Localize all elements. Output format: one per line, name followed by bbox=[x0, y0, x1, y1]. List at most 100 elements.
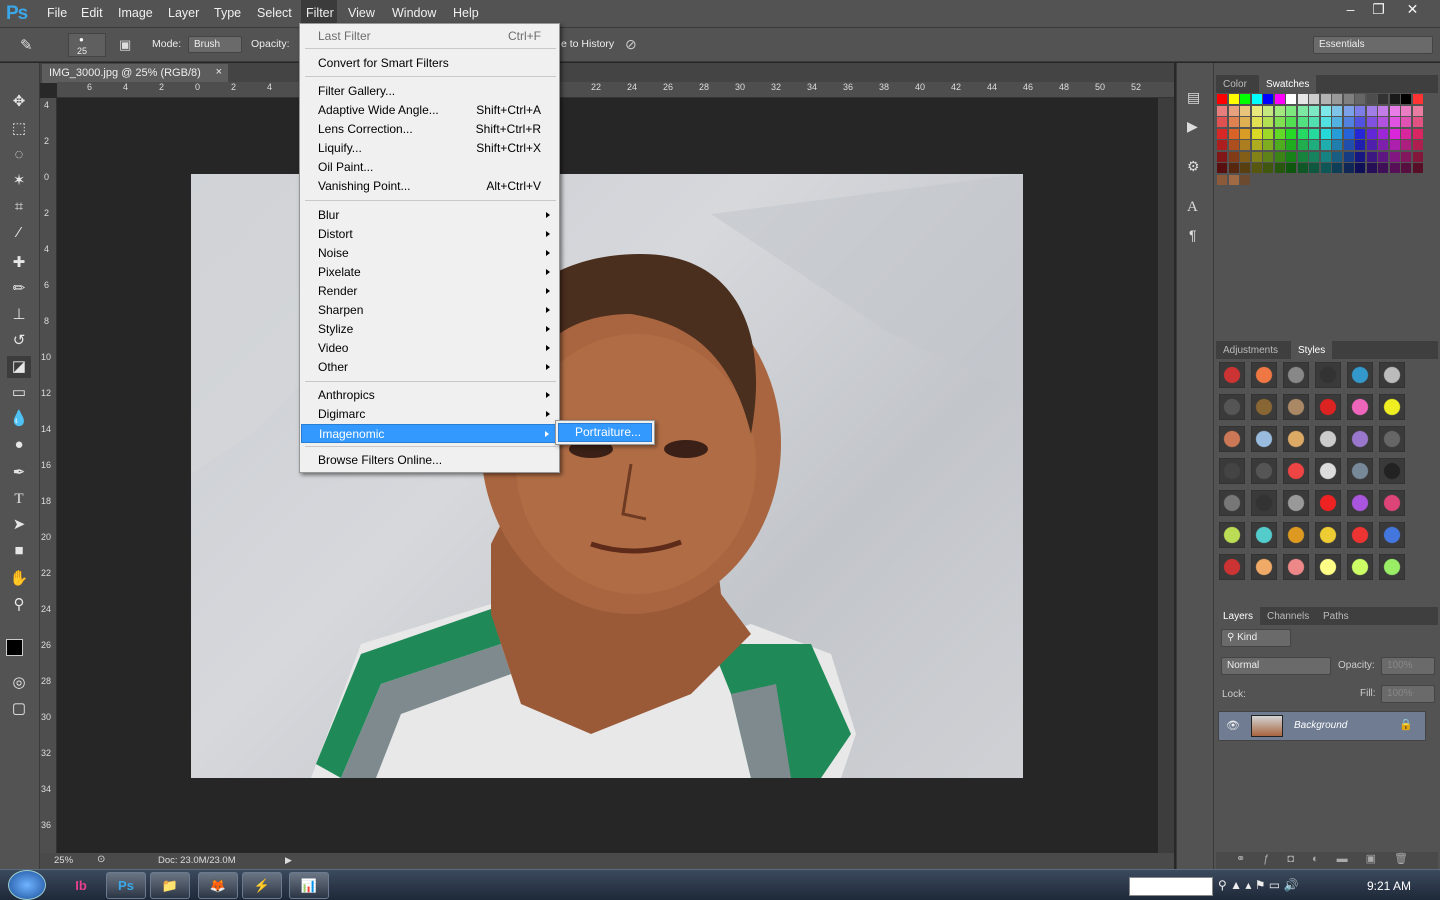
style-preset[interactable] bbox=[1251, 522, 1277, 548]
layers-footer-buttons[interactable]: ⚭ƒ◘◐▬▣🗑 bbox=[1216, 852, 1438, 869]
swatch[interactable] bbox=[1240, 163, 1250, 173]
style-preset[interactable] bbox=[1219, 490, 1245, 516]
style-preset[interactable] bbox=[1315, 554, 1341, 580]
history-panel-icon[interactable]: ▤ bbox=[1187, 89, 1200, 106]
zoom-tool-icon[interactable]: ⚲ bbox=[7, 594, 31, 616]
hand-tool-icon[interactable]: ✋ bbox=[7, 568, 31, 590]
style-preset[interactable] bbox=[1219, 458, 1245, 484]
taskbar-app-firefox[interactable]: 🦊 bbox=[198, 872, 238, 899]
swatch[interactable] bbox=[1228, 105, 1239, 116]
swatch[interactable] bbox=[1401, 140, 1411, 150]
swatch[interactable] bbox=[1309, 163, 1319, 173]
swatch[interactable] bbox=[1366, 105, 1377, 116]
style-preset[interactable] bbox=[1219, 394, 1245, 420]
swatch[interactable] bbox=[1355, 105, 1365, 116]
style-preset[interactable] bbox=[1347, 458, 1373, 484]
swatch[interactable] bbox=[1412, 151, 1423, 162]
swatch[interactable] bbox=[1343, 117, 1354, 127]
swatch[interactable] bbox=[1378, 140, 1388, 150]
swatch[interactable] bbox=[1263, 94, 1273, 104]
swatch[interactable] bbox=[1355, 140, 1365, 150]
actions-panel-icon[interactable]: ▶ bbox=[1187, 118, 1198, 135]
style-preset[interactable] bbox=[1347, 522, 1373, 548]
swatch[interactable] bbox=[1274, 140, 1285, 150]
style-preset[interactable] bbox=[1347, 426, 1373, 452]
swatch[interactable] bbox=[1217, 151, 1227, 162]
swatch[interactable] bbox=[1251, 128, 1262, 139]
style-preset[interactable] bbox=[1347, 554, 1373, 580]
swatch[interactable] bbox=[1309, 151, 1319, 162]
menu-item-other[interactable]: Other bbox=[301, 358, 558, 377]
swatch[interactable] bbox=[1412, 117, 1423, 127]
layer-name[interactable]: Background bbox=[1294, 720, 1347, 731]
swatch[interactable] bbox=[1297, 105, 1308, 116]
swatch[interactable] bbox=[1355, 163, 1365, 173]
style-preset[interactable] bbox=[1219, 426, 1245, 452]
swatch[interactable] bbox=[1378, 128, 1388, 139]
swatch[interactable] bbox=[1320, 94, 1331, 104]
tab-layers[interactable]: Layers bbox=[1216, 607, 1261, 625]
swatch[interactable] bbox=[1251, 105, 1262, 116]
swatch[interactable] bbox=[1228, 117, 1239, 127]
style-preset[interactable] bbox=[1251, 362, 1277, 388]
swatch[interactable] bbox=[1274, 105, 1285, 116]
swatch[interactable] bbox=[1401, 163, 1411, 173]
menu-item-digimarc[interactable]: Digimarc bbox=[301, 405, 558, 424]
marquee-tool-icon[interactable]: ⬚ bbox=[7, 118, 31, 140]
swatch[interactable] bbox=[1263, 151, 1273, 162]
swatch[interactable] bbox=[1320, 128, 1331, 139]
swatch[interactable] bbox=[1401, 128, 1411, 139]
tab-swatches[interactable]: Swatches bbox=[1259, 75, 1317, 93]
swatch[interactable] bbox=[1332, 175, 1342, 185]
workspace-select[interactable]: Essentials bbox=[1313, 36, 1433, 54]
swatch[interactable] bbox=[1275, 175, 1285, 185]
menu-select[interactable]: Select bbox=[257, 6, 292, 20]
swatch[interactable] bbox=[1332, 105, 1342, 116]
swatch[interactable] bbox=[1297, 151, 1308, 162]
swatch[interactable] bbox=[1390, 175, 1400, 185]
style-preset[interactable] bbox=[1219, 522, 1245, 548]
menu-window[interactable]: Window bbox=[392, 6, 436, 20]
swatches-grid[interactable] bbox=[1217, 94, 1427, 188]
swatch[interactable] bbox=[1217, 174, 1227, 185]
tab-color[interactable]: Color bbox=[1216, 75, 1254, 93]
swatch[interactable] bbox=[1297, 140, 1308, 150]
swatch[interactable] bbox=[1263, 175, 1273, 185]
style-preset[interactable] bbox=[1315, 458, 1341, 484]
swatch[interactable] bbox=[1320, 140, 1331, 150]
layer-opacity-field[interactable]: 100% bbox=[1381, 657, 1435, 675]
document-tab[interactable]: IMG_3000.jpg @ 25% (RGB/8) × bbox=[42, 64, 228, 83]
tab-channels[interactable]: Channels bbox=[1260, 607, 1316, 625]
swatch[interactable] bbox=[1332, 140, 1342, 150]
menu-item-vanishing-point[interactable]: Vanishing Point... Alt+Ctrl+V bbox=[301, 177, 558, 196]
menu-image[interactable]: Image bbox=[118, 6, 153, 20]
style-preset[interactable] bbox=[1283, 426, 1309, 452]
menu-item-pixelate[interactable]: Pixelate bbox=[301, 263, 558, 282]
history-brush-tool-icon[interactable]: ↺ bbox=[7, 330, 31, 352]
layer-row-background[interactable]: 👁 Background 🔒 bbox=[1218, 711, 1426, 741]
swatch[interactable] bbox=[1412, 105, 1423, 116]
style-preset[interactable] bbox=[1379, 362, 1405, 388]
swatch[interactable] bbox=[1366, 94, 1377, 104]
swatch[interactable] bbox=[1228, 128, 1239, 139]
swatch[interactable] bbox=[1343, 128, 1354, 139]
style-preset[interactable] bbox=[1315, 522, 1341, 548]
layer-kind-filter[interactable]: ⚲ Kind bbox=[1221, 629, 1291, 647]
paragraph-panel-icon[interactable]: ¶ bbox=[1189, 227, 1197, 243]
vertical-scrollbar[interactable] bbox=[1158, 98, 1174, 853]
type-tool-icon[interactable]: T bbox=[7, 488, 31, 510]
menu-view[interactable]: View bbox=[348, 6, 375, 20]
swatch[interactable] bbox=[1263, 117, 1273, 127]
swatch[interactable] bbox=[1412, 94, 1423, 104]
swatch[interactable] bbox=[1228, 94, 1239, 104]
swatch[interactable] bbox=[1378, 117, 1388, 127]
swatch[interactable] bbox=[1297, 163, 1308, 173]
swatch[interactable] bbox=[1240, 151, 1250, 162]
swatch[interactable] bbox=[1217, 140, 1227, 150]
style-preset[interactable] bbox=[1379, 522, 1405, 548]
taskbar-search-box[interactable] bbox=[1129, 877, 1213, 896]
style-preset[interactable] bbox=[1251, 554, 1277, 580]
swatch[interactable] bbox=[1320, 117, 1331, 127]
tool-presets-icon[interactable]: ⚙ bbox=[1187, 158, 1200, 175]
blur-tool-icon[interactable]: 💧 bbox=[7, 408, 31, 430]
